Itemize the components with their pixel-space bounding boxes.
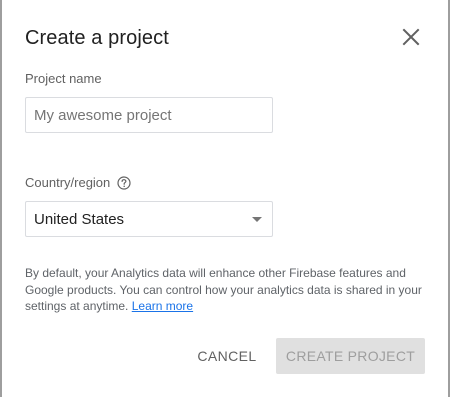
- country-label-row: Country/region: [25, 175, 131, 190]
- close-icon[interactable]: [400, 26, 422, 48]
- cancel-button[interactable]: CANCEL: [194, 338, 260, 374]
- country-select[interactable]: United States: [25, 201, 273, 237]
- dialog-title: Create a project: [25, 27, 169, 49]
- country-label: Country/region: [25, 175, 111, 190]
- learn-more-link[interactable]: Learn more: [132, 299, 193, 313]
- create-project-dialog: Create a project Project name Country/re…: [2, 0, 448, 397]
- analytics-info-text: By default, your Analytics data will enh…: [25, 265, 427, 315]
- dropdown-arrow-icon: [252, 216, 262, 222]
- project-name-label: Project name: [25, 71, 102, 86]
- analytics-info-body: By default, your Analytics data will enh…: [25, 266, 422, 313]
- create-project-button[interactable]: CREATE PROJECT: [276, 338, 425, 374]
- project-name-input[interactable]: [25, 97, 273, 133]
- country-selected-value: United States: [34, 210, 125, 228]
- help-circle-icon[interactable]: [117, 175, 131, 190]
